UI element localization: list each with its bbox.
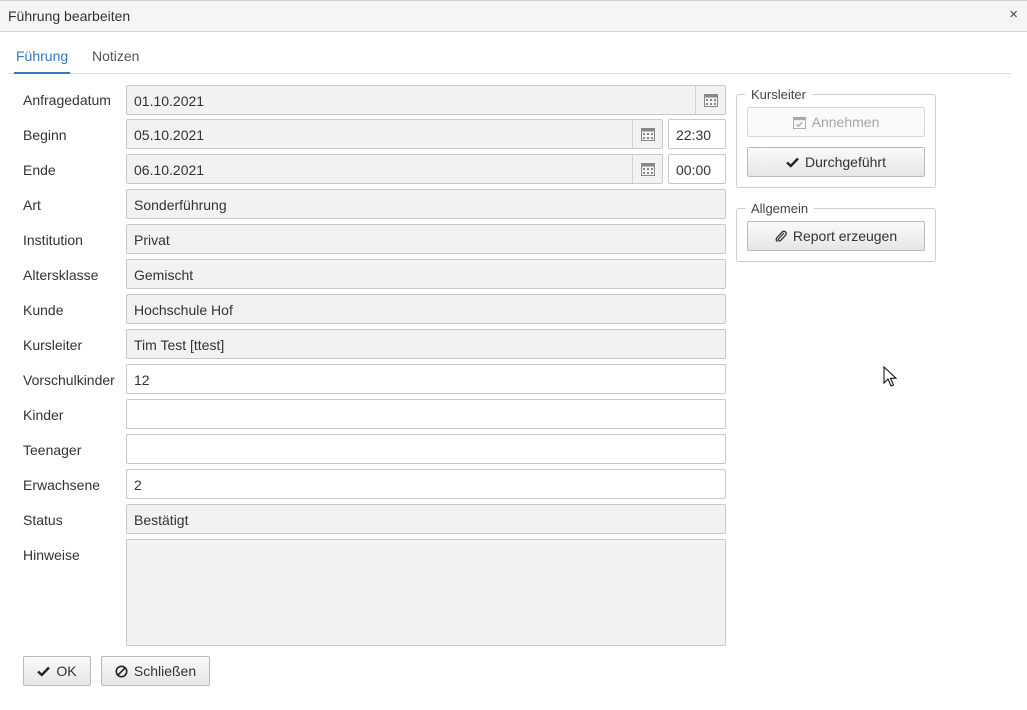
durchgefuehrt-label: Durchgeführt	[805, 154, 886, 170]
hinweise-label: Hinweise	[23, 547, 80, 563]
status-value: Bestätigt	[134, 512, 189, 528]
calendar-icon[interactable]	[632, 120, 662, 148]
status-field[interactable]: Bestätigt	[126, 504, 726, 534]
beginn-date-value: 05.10.2021	[134, 127, 205, 143]
dialog-title: Führung bearbeiten	[8, 8, 131, 24]
anfragedatum-label: Anfragedatum	[23, 92, 111, 108]
ende-time-field[interactable]: 00:00	[668, 154, 726, 184]
altersklasse-field[interactable]: Gemischt	[126, 259, 726, 289]
beginn-time-field[interactable]: 22:30	[668, 119, 726, 149]
paperclip-icon	[775, 229, 787, 243]
kinder-field[interactable]	[126, 399, 726, 429]
anfragedatum-field[interactable]: 01.10.2021	[126, 85, 726, 115]
ende-date-value: 06.10.2021	[134, 162, 205, 178]
vorschulkinder-field[interactable]: 12	[126, 364, 726, 394]
annehmen-label: Annehmen	[811, 114, 880, 130]
close-icon[interactable]: ×	[1009, 6, 1018, 23]
beginn-label: Beginn	[23, 127, 67, 143]
erwachsene-field[interactable]: 2	[126, 469, 726, 499]
schliessen-button[interactable]: Schließen	[101, 656, 210, 686]
kursleiter-group-legend: Kursleiter	[751, 87, 806, 102]
kunde-field[interactable]: Hochschule Hof	[126, 294, 726, 324]
tab-bar: Führung Notizen	[8, 40, 1011, 74]
teenager-field[interactable]	[126, 434, 726, 464]
erwachsene-value: 2	[134, 477, 142, 493]
calendar-icon[interactable]	[695, 86, 725, 114]
altersklasse-label: Altersklasse	[23, 267, 99, 283]
vorschulkinder-value: 12	[134, 372, 150, 388]
ende-label: Ende	[23, 162, 56, 178]
beginn-date-field[interactable]: 05.10.2021	[126, 119, 663, 149]
erwachsene-label: Erwachsene	[23, 477, 101, 493]
beginn-time-value: 22:30	[676, 127, 712, 143]
ende-date-field[interactable]: 06.10.2021	[126, 154, 663, 184]
kursleiter-value: Tim Test [ttest]	[134, 337, 225, 353]
mouse-cursor	[883, 366, 897, 387]
check-icon	[37, 666, 51, 677]
allgemein-group-legend: Allgemein	[751, 201, 809, 216]
ok-button[interactable]: OK	[23, 656, 91, 686]
kursleiter-field[interactable]: Tim Test [ttest]	[126, 329, 726, 359]
check-icon	[786, 157, 799, 168]
calendar-icon[interactable]	[632, 155, 662, 183]
ban-icon	[115, 665, 128, 678]
schliessen-label: Schließen	[133, 663, 197, 679]
teenager-label: Teenager	[23, 442, 82, 458]
calendar-check-icon	[792, 116, 806, 129]
tab-fuehrung[interactable]: Führung	[13, 48, 71, 74]
art-field[interactable]: Sonderführung	[126, 189, 726, 219]
kunde-label: Kunde	[23, 302, 64, 318]
report-erzeugen-button[interactable]: Report erzeugen	[747, 221, 925, 251]
annehmen-button[interactable]: Annehmen	[747, 107, 925, 137]
institution-value: Privat	[134, 232, 170, 248]
art-value: Sonderführung	[134, 197, 227, 213]
ok-label: OK	[56, 663, 77, 679]
dialog-titlebar: Führung bearbeiten ×	[0, 0, 1027, 32]
status-label: Status	[23, 512, 63, 528]
kunde-value: Hochschule Hof	[134, 302, 233, 318]
art-label: Art	[23, 197, 41, 213]
altersklasse-value: Gemischt	[134, 267, 194, 283]
kursleiter-label: Kursleiter	[23, 337, 83, 353]
vorschulkinder-label: Vorschulkinder	[23, 372, 115, 388]
durchgefuehrt-button[interactable]: Durchgeführt	[747, 147, 925, 177]
institution-label: Institution	[23, 232, 83, 248]
hinweise-textarea[interactable]	[126, 539, 726, 646]
tab-notizen[interactable]: Notizen	[92, 48, 139, 64]
report-erzeugen-label: Report erzeugen	[792, 228, 898, 244]
anfragedatum-value: 01.10.2021	[134, 93, 205, 109]
ende-time-value: 00:00	[676, 162, 712, 178]
kinder-label: Kinder	[23, 407, 64, 423]
institution-field[interactable]: Privat	[126, 224, 726, 254]
